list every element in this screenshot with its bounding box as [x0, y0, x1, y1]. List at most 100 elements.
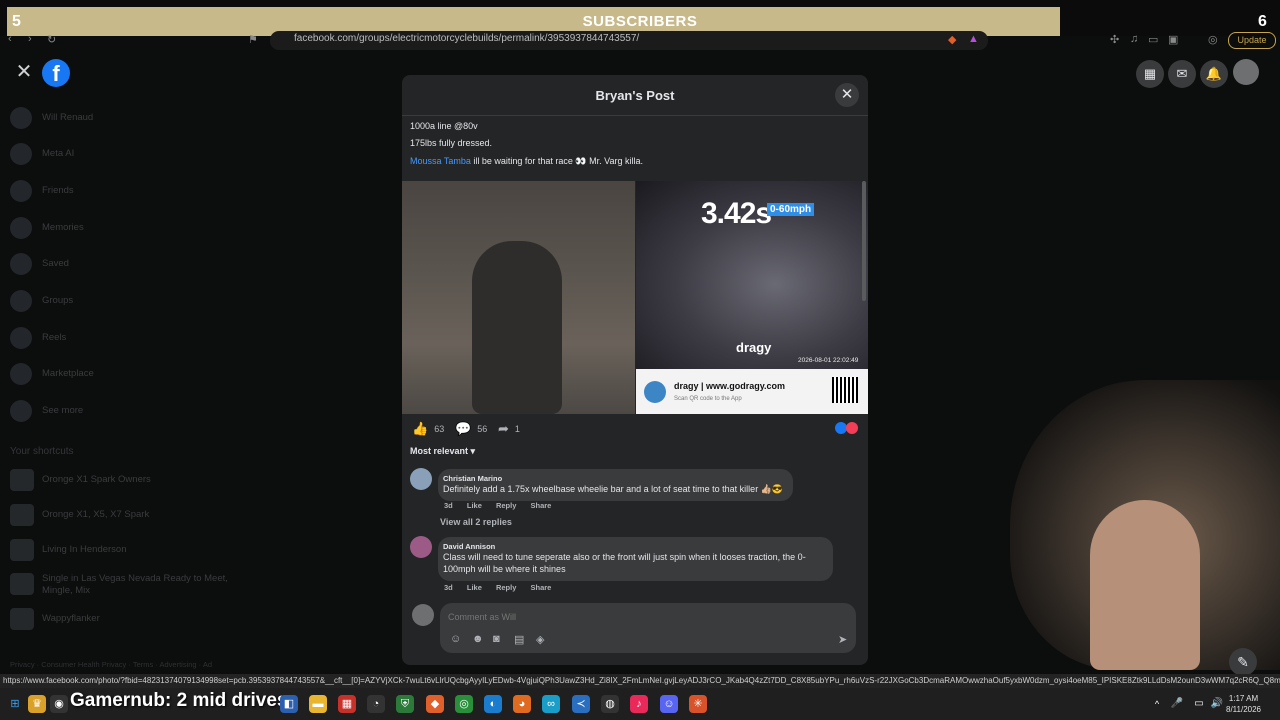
reply-link[interactable]: Reply — [496, 501, 516, 510]
camera-icon[interactable]: ◙ — [493, 633, 500, 645]
dragy-speed-badge: 0-60mph — [767, 203, 815, 216]
divider — [402, 115, 868, 116]
post-text-line: 1000a line @80v — [410, 121, 478, 131]
tray-chevron-icon[interactable]: ^ — [1148, 695, 1166, 713]
commenter-avatar[interactable] — [410, 536, 432, 558]
dragy-app-icon — [644, 381, 666, 403]
comment-text: Definitely add a 1.75x wheelbase wheelie… — [443, 484, 784, 494]
app-icon[interactable]: ◉ — [50, 695, 68, 713]
chrome-icon[interactable]: ◎ — [455, 695, 473, 713]
comment-sort-dropdown[interactable]: Most relevant ▾ — [410, 446, 475, 457]
like-count-button[interactable]: 👍 63 — [412, 421, 444, 437]
discord-icon[interactable]: ☺ — [660, 695, 678, 713]
dragy-ad-subline: Scan QR code to the App — [674, 396, 742, 402]
comment-count-button[interactable]: 💬 56 — [455, 421, 487, 437]
vpn-icon[interactable]: ◎ — [1208, 33, 1218, 46]
brave-rewards-icon[interactable]: ▲ — [968, 33, 979, 45]
mention-link[interactable]: Moussa Tamba — [410, 156, 471, 166]
profile-avatar[interactable] — [1233, 59, 1259, 85]
commenter-name[interactable]: Christian Marino — [443, 474, 783, 483]
friends-icon — [10, 180, 32, 202]
group-thumbnail — [10, 608, 34, 630]
media-icon[interactable]: ♫ — [1130, 33, 1138, 45]
post-photo-motorcycle-rear[interactable] — [402, 181, 635, 414]
sidebar-item-label: Will Renaud — [42, 112, 94, 123]
file-explorer-icon[interactable]: ▬ — [309, 695, 327, 713]
avatar-sticker-icon[interactable]: ☺ — [450, 633, 461, 645]
taskbar-clock[interactable]: 1:17 AM 8/11/2026 — [1226, 693, 1261, 715]
modal-scrollbar[interactable] — [862, 181, 866, 301]
app-icon[interactable]: ∞ — [542, 695, 560, 713]
vscode-icon[interactable]: ≺ — [572, 695, 590, 713]
like-link[interactable]: Like — [467, 501, 482, 510]
shortcut-label: Wappyflanker — [42, 613, 100, 624]
close-icon[interactable]: ✕ — [12, 60, 36, 84]
sticker-icon[interactable]: ◈ — [536, 633, 544, 646]
shortcut-label: Oronge X1, X5, X7 Spark — [42, 509, 150, 520]
brave-shield-icon[interactable]: ◆ — [948, 33, 956, 46]
app-icon[interactable]: ◧ — [280, 695, 298, 713]
firefox-icon[interactable]: ◕ — [513, 695, 531, 713]
start-icon[interactable]: ⊞ — [6, 695, 24, 713]
address-url[interactable]: facebook.com/groups/electricmotorcyclebu… — [294, 33, 639, 44]
reload-icon[interactable]: ↻ — [47, 33, 56, 46]
bookmark-icon[interactable]: ⚑ — [248, 33, 258, 46]
dragy-time-label: 3.42s — [701, 197, 772, 230]
gif-icon[interactable]: ▤ — [514, 633, 524, 646]
notifications-bell-icon[interactable]: 🔔 — [1200, 60, 1228, 88]
sort-label: Most relevant — [410, 446, 469, 456]
new-message-button[interactable]: ✎ — [1229, 648, 1257, 676]
commenter-name[interactable]: David Annison — [443, 542, 823, 551]
microphone-icon[interactable]: 🎤 — [1168, 695, 1186, 713]
group-thumbnail — [10, 573, 34, 595]
app-icon[interactable]: ✳ — [689, 695, 707, 713]
share-link[interactable]: Share — [531, 583, 552, 592]
wallet-icon[interactable]: ▣ — [1168, 33, 1178, 46]
share-count-button[interactable]: ➦ 1 — [498, 421, 520, 437]
commenter-avatar[interactable] — [410, 468, 432, 490]
like-link[interactable]: Like — [467, 583, 482, 592]
update-button[interactable]: Update — [1228, 32, 1276, 49]
extensions-icon[interactable]: ✣ — [1110, 33, 1119, 46]
webcam-person — [1090, 500, 1200, 670]
chevron-down-icon — [10, 400, 32, 422]
crown-icon[interactable]: ♛ — [28, 695, 46, 713]
sidebar-item-label: Reels — [42, 332, 67, 343]
rear-tire-shape — [472, 241, 562, 414]
sidebar-icon[interactable]: ▭ — [1148, 33, 1158, 46]
tiktok-icon[interactable]: ♪ — [630, 695, 648, 713]
sidebar-footer-links[interactable]: Privacy · Consumer Health Privacy · Term… — [10, 660, 212, 669]
edge-icon[interactable]: ◐ — [484, 695, 502, 713]
chevron-down-icon: ▾ — [470, 446, 476, 456]
post-photo-dragy-run[interactable]: 3.42s 0-60mph dragy 2026-08-01 22:02:49 … — [636, 181, 868, 414]
comment-time[interactable]: 3d — [444, 583, 453, 592]
comment-input[interactable] — [446, 609, 830, 625]
shield-icon[interactable]: ⛨ — [396, 695, 414, 713]
send-icon[interactable]: ➤ — [838, 633, 847, 646]
comment-text: Class will need to tune seperate also or… — [443, 552, 806, 574]
network-icon[interactable]: ▭ — [1190, 695, 1208, 713]
marketplace-icon — [10, 363, 32, 385]
clock-app-icon[interactable]: ◔ — [367, 695, 385, 713]
close-icon[interactable]: ✕ — [835, 83, 859, 107]
shortcuts-heading: Your shortcuts — [10, 446, 74, 457]
emoji-icon[interactable]: ☻ — [472, 633, 484, 645]
share-link[interactable]: Share — [531, 501, 552, 510]
reply-link[interactable]: Reply — [496, 583, 516, 592]
love-reaction-icon[interactable] — [846, 422, 858, 434]
obs-icon[interactable]: ◍ — [601, 695, 619, 713]
forward-icon[interactable]: › — [28, 33, 32, 45]
qr-code-icon — [832, 377, 858, 403]
view-replies-link[interactable]: View all 2 replies — [440, 517, 512, 527]
menu-grid-icon[interactable]: ▦ — [1136, 60, 1164, 88]
messenger-icon[interactable]: ✉ — [1168, 60, 1196, 88]
brave-icon[interactable]: ◆ — [426, 695, 444, 713]
facebook-logo-icon[interactable]: f — [42, 59, 70, 87]
post-modal: Bryan's Post ✕ 1000a line @80v 175lbs fu… — [402, 75, 868, 665]
sidebar-item-label: Memories — [42, 222, 84, 233]
volume-icon[interactable]: 🔊 — [1208, 695, 1226, 713]
back-icon[interactable]: ‹ — [8, 33, 12, 45]
app-icon[interactable]: ▦ — [338, 695, 356, 713]
comment-time[interactable]: 3d — [444, 501, 453, 510]
groups-icon — [10, 290, 32, 312]
